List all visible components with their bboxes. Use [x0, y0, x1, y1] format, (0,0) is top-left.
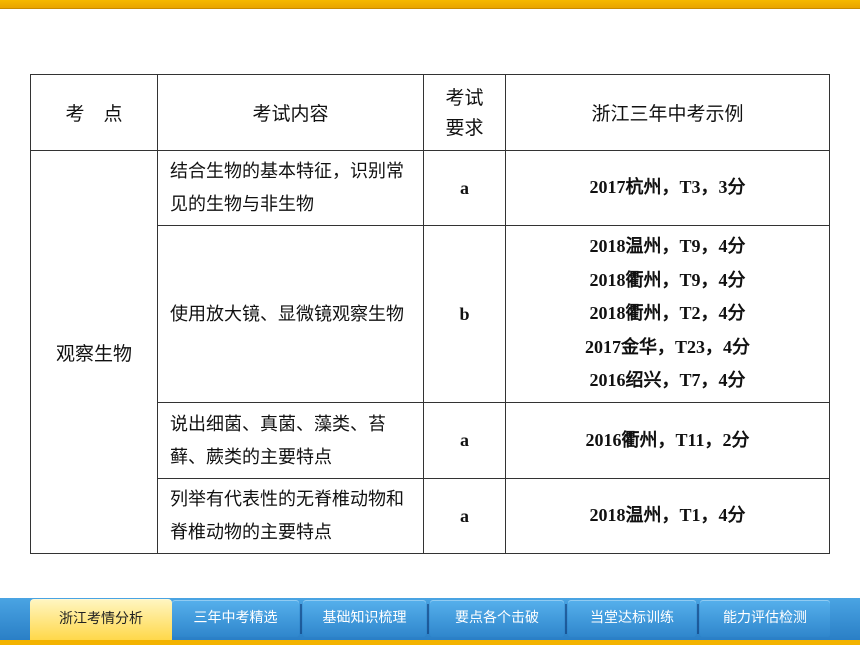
requirement-cell: b — [423, 225, 506, 403]
example-line: 2018衢州，T9，4分 — [589, 269, 746, 290]
header-content: 考试内容 — [157, 74, 424, 151]
content-cell: 说出细菌、真菌、藻类、苔藓、蕨类的主要特点 — [157, 402, 424, 479]
tab-separator — [427, 604, 429, 634]
content-cell: 使用放大镜、显微镜观察生物 — [157, 225, 424, 403]
example-line: 2017金华，T23，4分 — [584, 336, 750, 357]
tab-separator — [300, 604, 302, 634]
nav-strip: 浙江考情分析 三年中考精选 基础知识梳理 要点各个击破 当堂达标训练 能力评估检… — [0, 598, 860, 640]
tab-separator — [697, 604, 699, 634]
header-requirement: 考试 要求 — [423, 74, 506, 151]
content-cell: 结合生物的基本特征，识别常见的生物与非生物 — [157, 150, 424, 226]
content-cell: 列举有代表性的无脊椎动物和脊椎动物的主要特点 — [157, 478, 424, 554]
examples-cell: 2018温州，T1，4分 — [505, 478, 830, 554]
examples-cell: 2016衢州，T11，2分 — [505, 402, 830, 479]
example-line: 2018衢州，T2，4分 — [589, 303, 746, 324]
header-point: 考 点 — [30, 74, 158, 151]
example-line: 2018温州，T1，4分 — [589, 505, 746, 526]
tab-key-points[interactable]: 要点各个击破 — [430, 600, 564, 637]
tab-ability-assessment[interactable]: 能力评估检测 — [700, 600, 830, 637]
tab-basic-knowledge[interactable]: 基础知识梳理 — [303, 600, 426, 637]
example-line: 2016绍兴，T7，4分 — [589, 370, 746, 391]
bottom-navigation: 浙江考情分析 三年中考精选 基础知识梳理 要点各个击破 当堂达标训练 能力评估检… — [0, 598, 860, 645]
table-header-row: 考 点 考试内容 考试 要求 浙江三年中考示例 — [30, 74, 830, 151]
table-row: 观察生物 结合生物的基本特征，识别常见的生物与非生物 a 2017杭州，T3，3… — [30, 150, 830, 554]
header-requirement-line2: 要求 — [445, 116, 484, 139]
point-cell: 观察生物 — [30, 150, 158, 554]
example-line: 2018温州，T9，4分 — [589, 236, 746, 257]
header-examples: 浙江三年中考示例 — [505, 74, 830, 151]
tab-three-year-selection[interactable]: 三年中考精选 — [172, 600, 299, 637]
requirement-cell: a — [423, 150, 506, 226]
header-requirement-line1: 考试 — [445, 86, 484, 109]
top-accent-bar — [0, 0, 860, 9]
tab-in-class-practice[interactable]: 当堂达标训练 — [568, 600, 696, 637]
example-line: 2016衢州，T11，2分 — [585, 429, 750, 450]
requirement-cell: a — [423, 478, 506, 554]
examples-cell: 2017杭州，T3，3分 — [505, 150, 830, 226]
exam-points-table: 考 点 考试内容 考试 要求 浙江三年中考示例 观察生物 结合生物的基本特征，识… — [30, 74, 830, 554]
examples-cell: 2018温州，T9，4分 2018衢州，T9，4分 2018衢州，T2，4分 2… — [505, 225, 830, 403]
example-line: 2017杭州，T3，3分 — [589, 177, 746, 198]
tab-zhejiang-analysis[interactable]: 浙江考情分析 — [30, 599, 172, 640]
requirement-cell: a — [423, 402, 506, 479]
tab-separator — [565, 604, 567, 634]
